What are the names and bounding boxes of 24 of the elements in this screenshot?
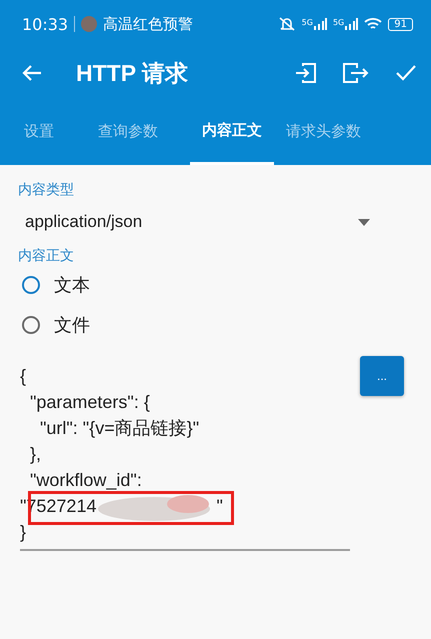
wifi-icon (364, 17, 382, 31)
page-title: HTTP 请求 (76, 58, 190, 88)
tab[interactable]: 查询参数 (86, 98, 170, 165)
sign-out-icon (343, 63, 369, 83)
tab[interactable]: 内容正文 (190, 98, 274, 165)
sign-in-icon (295, 63, 317, 83)
bell-off-icon (278, 16, 296, 32)
field-label: 内容类型 (18, 181, 75, 199)
dropdown-caret-icon (358, 218, 370, 226)
more-button[interactable]: ... (360, 356, 404, 396)
back-arrow-icon (22, 64, 42, 82)
tab[interactable]: 设置 (12, 98, 66, 165)
notification-text: 高温红色预警 (103, 14, 194, 34)
tab[interactable]: 请求头参数 (274, 98, 373, 165)
field-label: 内容正文 (18, 247, 75, 265)
content-type-dropdown[interactable]: application/json (18, 203, 376, 241)
battery-indicator: 91 (388, 18, 413, 30)
radio-option[interactable]: 文本 (18, 265, 90, 305)
checkmark-icon (395, 64, 417, 82)
radio-option[interactable]: 文件 (18, 305, 90, 345)
notification-icon (81, 16, 98, 32)
signal-indicator: 5G (302, 18, 327, 30)
status-time: 10:33 (22, 14, 68, 34)
signal-indicator: 5G (332, 18, 358, 30)
